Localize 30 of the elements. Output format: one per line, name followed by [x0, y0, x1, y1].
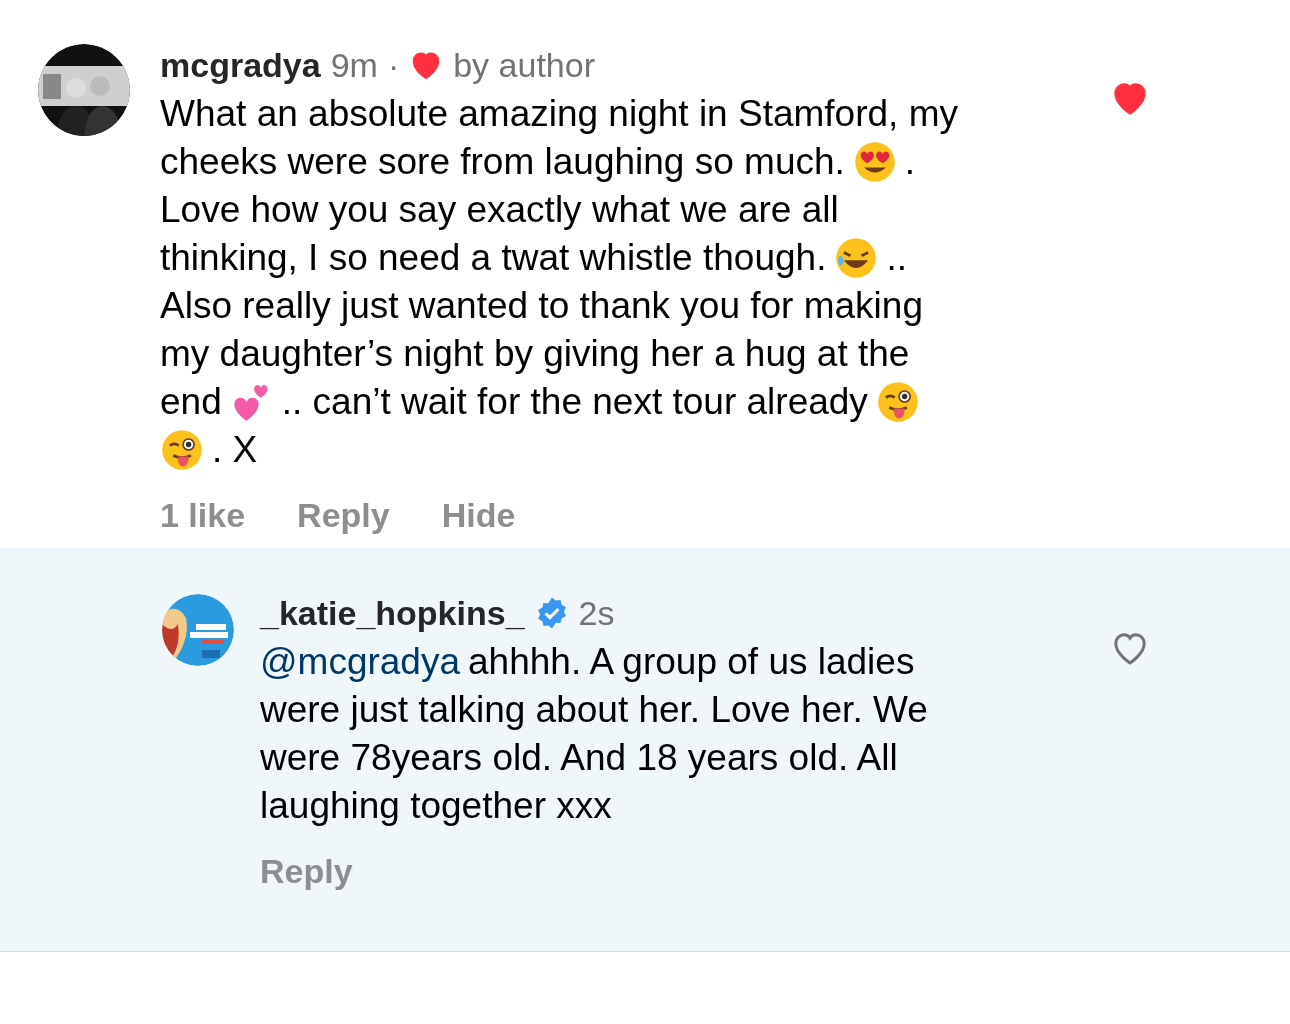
comment-text: Also really just wanted to thank you for making	[160, 284, 923, 328]
emoji-icon	[875, 380, 920, 424]
reply-text: were 78years old. And 18 years old. All	[260, 736, 898, 780]
comment-text: cheeks were sore from laughing so much.	[160, 140, 845, 184]
timestamp: 2s	[578, 593, 615, 633]
emoji-icon	[834, 236, 879, 280]
emoji-icon	[852, 140, 897, 184]
comment-text: .	[904, 140, 916, 184]
comment-text: thinking, I so need a twat whistle though.	[160, 236, 827, 280]
reply-text: ahhhh. A group of us ladies	[468, 640, 915, 684]
separator: ·	[387, 45, 400, 85]
username[interactable]: _katie_hopkins_	[260, 593, 525, 633]
reply-action[interactable]: Reply	[260, 852, 353, 891]
comment-text: . X	[212, 428, 258, 472]
comment-text: ..	[886, 236, 907, 280]
comment-text: .. can’t wait for the next tour already	[281, 380, 868, 424]
emoji-icon	[160, 428, 204, 472]
timestamp: 9m	[330, 45, 378, 85]
comment-text: Love how you say exactly what we are all	[160, 188, 839, 232]
mention-link[interactable]: @mcgradya	[260, 638, 460, 686]
comment-text: end	[160, 380, 222, 424]
reply-text: were just talking about her. Love her. We	[260, 688, 928, 732]
comment-action[interactable]: Hide	[441, 496, 516, 535]
reply-text: laughing together xxx	[260, 784, 612, 828]
liked-by-author-label: by author	[453, 45, 595, 85]
comment-action[interactable]: Reply	[297, 496, 390, 535]
comment-action[interactable]: 1 like	[160, 496, 246, 535]
username[interactable]: mcgradya	[160, 45, 321, 85]
comment-text: my daughter’s night by giving her a hug at the	[160, 332, 910, 376]
comment-text: What an absolute amazing night in Stamford, my	[160, 92, 958, 136]
